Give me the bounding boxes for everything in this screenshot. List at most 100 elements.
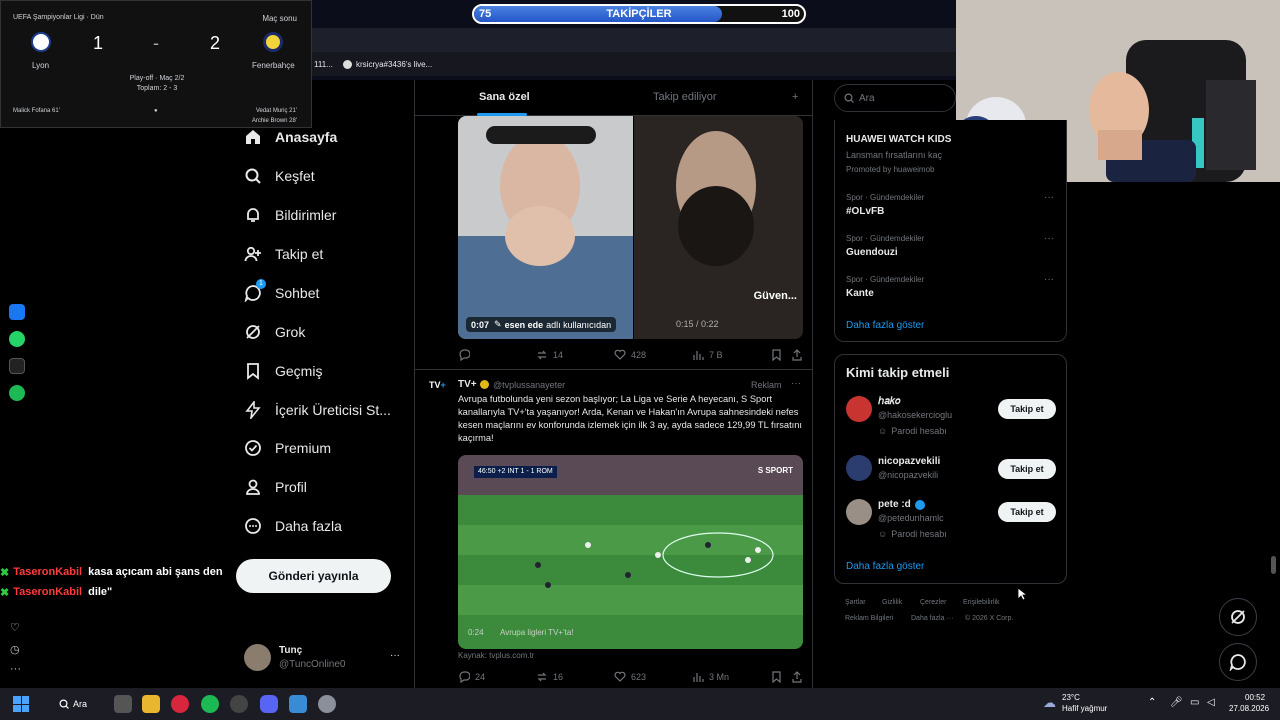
- whatsapp-icon[interactable]: [9, 331, 25, 347]
- trend-more-icon[interactable]: ···: [1044, 192, 1054, 203]
- discord-icon[interactable]: [260, 695, 278, 713]
- tvplus-avatar[interactable]: TV+: [429, 380, 449, 400]
- post-handle[interactable]: @tvplussanayeter: [493, 380, 565, 390]
- trend-more-icon[interactable]: ···: [1044, 274, 1054, 285]
- account-more-icon[interactable]: ···: [390, 650, 400, 661]
- more-icon[interactable]: ···: [10, 663, 21, 675]
- x-app-icon[interactable]: [9, 358, 25, 374]
- share-button[interactable]: [791, 349, 808, 361]
- trend-name[interactable]: Guendouzi: [846, 247, 898, 258]
- follow-button[interactable]: Takip et: [998, 459, 1056, 479]
- avatar[interactable]: [846, 499, 872, 525]
- video-caption: 0:07 ✎ esen ede adlı kullanıcıdan: [466, 317, 617, 332]
- post-button[interactable]: Gönderi yayınla: [236, 559, 391, 593]
- like-button[interactable]: 623: [614, 671, 646, 683]
- post-more-icon[interactable]: ···: [791, 378, 801, 389]
- share-button[interactable]: [791, 671, 808, 683]
- footer-link[interactable]: Erişilebilirlik: [963, 599, 1000, 606]
- obs-icon[interactable]: [230, 695, 248, 713]
- trend-name[interactable]: #OLvFB: [846, 206, 884, 217]
- post-video[interactable]: 46:50 +2 INT 1 - 1 ROM S SPORT 0:24 Avru…: [458, 455, 803, 649]
- tab-for-you[interactable]: Sana özel: [479, 91, 530, 103]
- settings-icon[interactable]: [318, 695, 336, 713]
- avatar: [244, 644, 271, 671]
- nav-more[interactable]: Daha fazla: [243, 514, 342, 538]
- user-name-row[interactable]: pete :d: [878, 499, 925, 510]
- follow-button[interactable]: Takip et: [998, 502, 1056, 522]
- heart-icon[interactable]: ♡: [10, 621, 20, 634]
- browser-tab[interactable]: 111...: [314, 60, 333, 69]
- nav-follow[interactable]: Takip et: [243, 242, 323, 266]
- avatar[interactable]: [846, 455, 872, 481]
- taskbar-search[interactable]: Ara: [51, 695, 101, 713]
- trend-more-icon[interactable]: ···: [1044, 233, 1054, 244]
- footer-link[interactable]: Şartlar: [845, 599, 866, 606]
- bookmark-button[interactable]: [771, 349, 787, 361]
- reply-button[interactable]: [458, 349, 475, 361]
- user-name[interactable]: nicopazvekili: [878, 456, 940, 467]
- repost-count: 14: [553, 350, 564, 360]
- like-count: 428: [631, 350, 647, 360]
- reply-button[interactable]: 24: [458, 671, 485, 683]
- nav-premium[interactable]: Premium: [243, 436, 331, 460]
- nav-label: Anasayfa: [275, 129, 338, 145]
- clock-time[interactable]: 00:52: [1245, 693, 1265, 702]
- bell-icon: [243, 205, 263, 225]
- account-switcher[interactable]: Tunç @TuncOnline0 ···: [244, 644, 404, 672]
- add-tab-button[interactable]: +: [792, 91, 798, 103]
- network-icon[interactable]: ▭: [1190, 697, 1199, 708]
- nav-grok[interactable]: Grok: [243, 320, 305, 344]
- messenger-icon[interactable]: [9, 304, 25, 320]
- user-name[interactable]: ℎ𝑎𝑘𝑜: [878, 396, 900, 407]
- post-video[interactable]: Güven... 0:07 ✎ esen ede adlı kullanıcıd…: [458, 116, 803, 339]
- follow-button[interactable]: Takip et: [998, 399, 1056, 419]
- user-handle: @petedunhamlc: [878, 513, 944, 523]
- views-button[interactable]: 7 B: [692, 349, 723, 361]
- windows-start-icon[interactable]: [13, 696, 29, 712]
- spotify-taskbar-icon[interactable]: [201, 695, 219, 713]
- app-icon[interactable]: [289, 695, 307, 713]
- nav-bookmarks[interactable]: Geçmiş: [243, 359, 322, 383]
- nav-notifications[interactable]: Bildirimler: [243, 203, 336, 227]
- nav-profile[interactable]: Profil: [243, 475, 307, 499]
- repost-button[interactable]: 16: [536, 671, 563, 683]
- repost-button[interactable]: 14: [536, 349, 563, 361]
- messages-fab-icon[interactable]: [1219, 643, 1257, 681]
- tab-following[interactable]: Takip ediliyor: [653, 91, 717, 103]
- footer-link[interactable]: Gizlilik: [882, 599, 902, 606]
- footer-link[interactable]: Reklam Bilgileri: [845, 615, 893, 622]
- match-round: Play-off · Maç 2/2: [129, 75, 185, 82]
- bolt-icon: [243, 400, 263, 420]
- post-author[interactable]: TV+: [458, 379, 477, 390]
- browser-tab[interactable]: krsicrya#3436's live...: [343, 60, 432, 69]
- search-box[interactable]: Ara: [834, 84, 956, 112]
- link-source[interactable]: Kaynak: tvplus.com.tr: [458, 651, 534, 660]
- page-scrollbar-thumb[interactable]: [1271, 556, 1276, 574]
- like-button[interactable]: 428: [614, 349, 646, 361]
- avatar[interactable]: [846, 396, 872, 422]
- nav-explore[interactable]: Keşfet: [243, 164, 315, 188]
- trend-name[interactable]: Kante: [846, 288, 874, 299]
- opera-browser-icon[interactable]: [171, 695, 189, 713]
- grok-fab-icon[interactable]: [1219, 598, 1257, 636]
- nav-creator-studio[interactable]: İçerik Üreticisi St...: [243, 398, 391, 422]
- views-button[interactable]: 3 Mn: [692, 671, 729, 683]
- spotify-icon[interactable]: [9, 385, 25, 401]
- clock-date[interactable]: 27.08.2026: [1229, 704, 1269, 713]
- show-more-link[interactable]: Daha fazla göster: [846, 561, 924, 572]
- tray-chevron-icon[interactable]: ⌃: [1148, 697, 1156, 708]
- nav-label: Profil: [275, 479, 307, 495]
- clock-icon[interactable]: ◷: [10, 643, 20, 656]
- file-explorer-icon[interactable]: [142, 695, 160, 713]
- task-view-icon[interactable]: [114, 695, 132, 713]
- show-more-link[interactable]: Daha fazla göster: [846, 320, 924, 331]
- nav-home[interactable]: Anasayfa: [243, 125, 337, 149]
- promo-title[interactable]: HUAWEI WATCH KIDS: [846, 134, 951, 145]
- nav-chat[interactable]: 1 Sohbet: [243, 279, 319, 305]
- footer-link[interactable]: Çerezler: [920, 599, 946, 606]
- bookmark-button[interactable]: [771, 671, 787, 683]
- volume-icon[interactable]: ◁: [1207, 697, 1215, 708]
- microphone-icon[interactable]: 🎤︎: [1170, 697, 1183, 708]
- footer-link[interactable]: Daha fazla ···: [911, 615, 953, 622]
- weather-icon[interactable]: ☁: [1043, 695, 1056, 711]
